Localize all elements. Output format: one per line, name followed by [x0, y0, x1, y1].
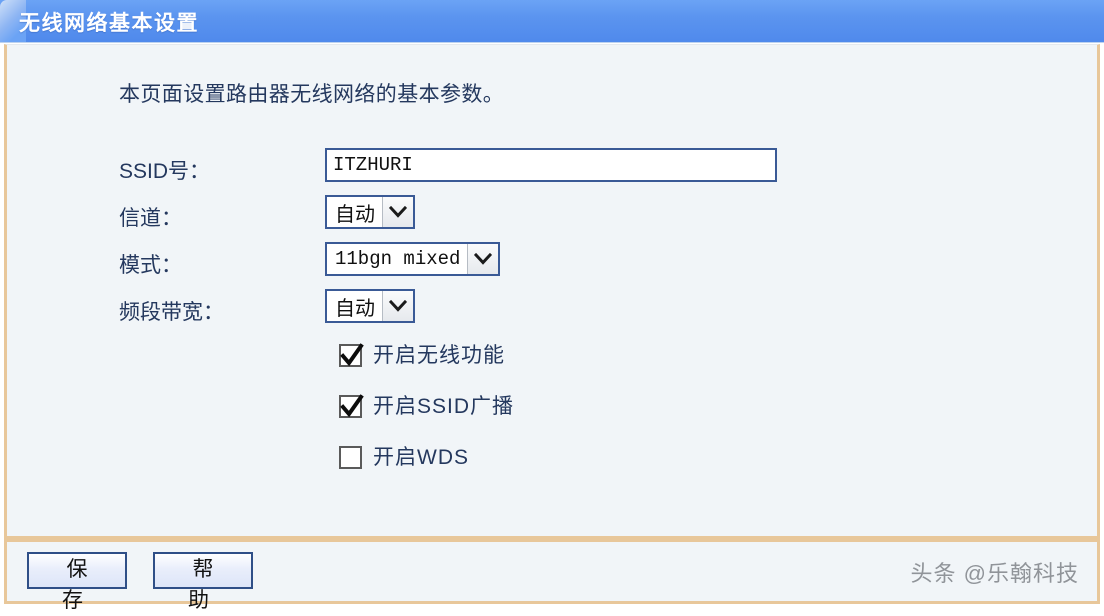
enable-ssid-broadcast-checkbox[interactable] [339, 394, 364, 418]
channel-label: 信道： [119, 207, 182, 230]
page-description: 本页面设置路由器无线网络的基本参数。 [119, 83, 505, 106]
form-row-channel: 信道： 自动 [7, 195, 1097, 242]
help-button[interactable]: 帮 助 [153, 552, 253, 612]
channel-select[interactable]: 自动 [325, 195, 415, 229]
checkbox-row-ssid-broadcast: 开启SSID广播 [7, 389, 513, 440]
mode-select[interactable]: 11bgn mixed [325, 242, 501, 276]
enable-wds-label: 开启WDS [373, 446, 469, 469]
save-button[interactable]: 保 存 [27, 552, 127, 612]
window-title-bar: 无线网络基本设置 [0, 0, 1104, 43]
checkbox-row-wireless: 开启无线功能 [7, 338, 504, 389]
bandwidth-select-value: 自动 [327, 291, 382, 321]
bandwidth-label: 频段带宽： [119, 301, 224, 324]
mode-label: 模式： [119, 254, 182, 277]
panel-inner: 本页面设置路由器无线网络的基本参数。 SSID号： 信道： 自动 [7, 45, 1097, 536]
chevron-down-icon [382, 197, 413, 227]
page-title: 无线网络基本设置 [19, 12, 199, 35]
enable-wireless-checkbox[interactable] [339, 343, 364, 367]
form-row-bandwidth: 频段带宽： 自动 [7, 289, 1097, 336]
enable-ssid-broadcast-label: 开启SSID广播 [373, 395, 515, 418]
router-settings-window: 无线网络基本设置 本页面设置路由器无线网络的基本参数。 SSID号： 信道： [0, 0, 1104, 612]
main-content-panel: 本页面设置路由器无线网络的基本参数。 SSID号： 信道： 自动 [4, 44, 1100, 539]
enable-wds-checkbox[interactable] [339, 446, 362, 469]
chevron-down-icon [467, 244, 499, 274]
channel-select-value: 自动 [327, 197, 382, 227]
ssid-input[interactable] [325, 148, 777, 182]
form-row-mode: 模式： 11bgn mixed [7, 242, 1097, 289]
bandwidth-select[interactable]: 自动 [325, 289, 415, 323]
watermark: 头条 @乐翰科技 [910, 561, 1079, 586]
chevron-down-icon [382, 291, 413, 321]
footer-bar: 保 存 帮 助 头条 @乐翰科技 [4, 539, 1100, 612]
settings-form: SSID号： 信道： 自动 [7, 148, 1097, 336]
checkmark-icon [340, 343, 364, 367]
channel-field-wrap: 自动 [325, 195, 415, 229]
ssid-label: SSID号： [119, 160, 211, 183]
checkbox-row-wds: 开启WDS [7, 440, 468, 491]
mode-select-value: 11bgn mixed [327, 244, 468, 274]
bandwidth-field-wrap: 自动 [325, 289, 415, 323]
form-row-ssid: SSID号： [7, 148, 1097, 195]
checkmark-icon [340, 394, 364, 418]
enable-wireless-label: 开启无线功能 [373, 344, 505, 367]
ssid-field-wrap [325, 148, 777, 182]
mode-field-wrap: 11bgn mixed [325, 242, 501, 276]
checkbox-group: 开启无线功能 开启SSID广播 开启WDS [7, 338, 513, 491]
